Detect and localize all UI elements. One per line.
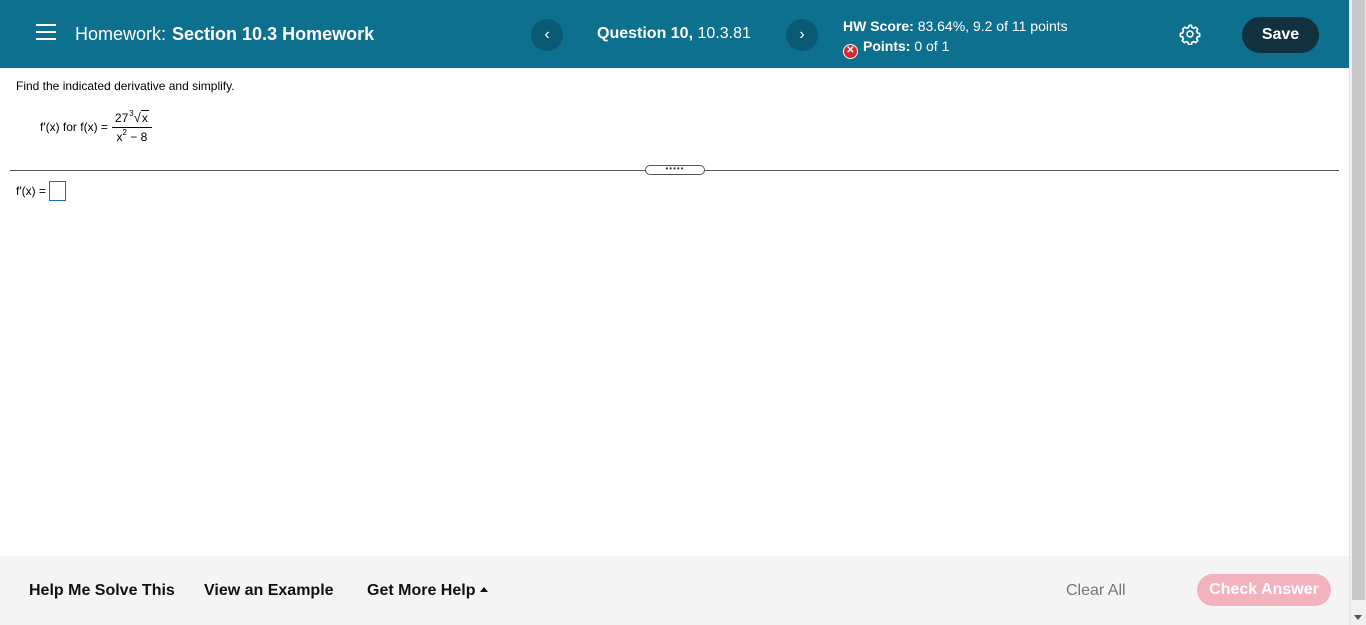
- chevron-right-icon: ›: [799, 26, 805, 43]
- homework-label: Homework:: [75, 24, 167, 44]
- answer-label: f′(x) =: [16, 184, 46, 198]
- radical-sign-icon: √: [133, 110, 141, 125]
- denominator-rest: − 8: [126, 130, 148, 144]
- pane-resize-handle[interactable]: •••••: [645, 165, 705, 175]
- points-label: Points:: [863, 38, 911, 54]
- homework-title: Homework: Section 10.3 Homework: [75, 24, 374, 45]
- problem-statement: f′(x) for f(x) = 273√x x2 − 8: [40, 109, 152, 144]
- next-question-button[interactable]: ›: [786, 19, 818, 51]
- clear-all-button[interactable]: Clear All: [1066, 582, 1126, 600]
- points-value: 0 of 1: [914, 38, 950, 54]
- question-points: ✕ Points: 0 of 1: [843, 36, 1068, 59]
- vertical-scrollbar[interactable]: [1349, 0, 1366, 625]
- scrollbar-thumb[interactable]: [1352, 0, 1365, 600]
- hw-score-value: 83.64%, 9.2 of 11 points: [917, 18, 1068, 34]
- scroll-down-arrow-icon[interactable]: [1354, 615, 1362, 620]
- question-instruction: Find the indicated derivative and simpli…: [16, 79, 235, 93]
- question-number: Question 10,: [597, 25, 694, 42]
- get-more-help-button[interactable]: Get More Help: [367, 582, 489, 600]
- function-fraction: 273√x x2 − 8: [111, 109, 152, 144]
- incorrect-x-icon: ✕: [843, 43, 858, 59]
- homework-name: Section 10.3 Homework: [172, 24, 375, 44]
- question-indicator: Question 10, 10.3.81: [597, 25, 751, 43]
- caret-up-icon: [480, 587, 489, 592]
- help-me-solve-button[interactable]: Help Me Solve This: [29, 582, 175, 600]
- bottom-toolbar: Help Me Solve This View an Example Get M…: [0, 556, 1349, 625]
- chevron-left-icon: ‹: [544, 26, 550, 43]
- denominator-exponent: 2: [122, 128, 127, 137]
- problem-prompt: f′(x) for f(x) =: [40, 120, 108, 134]
- numerator-coefficient: 27: [114, 111, 129, 125]
- gear-icon[interactable]: [1179, 23, 1201, 45]
- radicand: x: [140, 110, 149, 125]
- hw-score: HW Score: 83.64%, 9.2 of 11 points: [843, 16, 1068, 36]
- check-answer-button[interactable]: Check Answer: [1197, 574, 1331, 606]
- save-button[interactable]: Save: [1242, 17, 1319, 53]
- fraction-denominator: x2 − 8: [116, 128, 147, 144]
- score-summary: HW Score: 83.64%, 9.2 of 11 points ✕ Poin…: [843, 16, 1068, 59]
- view-example-button[interactable]: View an Example: [204, 582, 334, 600]
- answer-input[interactable]: [48, 181, 66, 201]
- hamburger-menu-icon[interactable]: [36, 24, 56, 42]
- top-bar: Homework: Section 10.3 Homework ‹ Questio…: [0, 0, 1349, 68]
- question-id: 10.3.81: [697, 25, 751, 42]
- answer-row: f′(x) =: [16, 181, 66, 201]
- previous-question-button[interactable]: ‹: [531, 19, 563, 51]
- fraction-numerator: 273√x: [111, 109, 152, 128]
- hw-score-label: HW Score:: [843, 18, 914, 34]
- get-more-help-label: Get More Help: [367, 582, 476, 599]
- root-index: 3: [129, 109, 134, 118]
